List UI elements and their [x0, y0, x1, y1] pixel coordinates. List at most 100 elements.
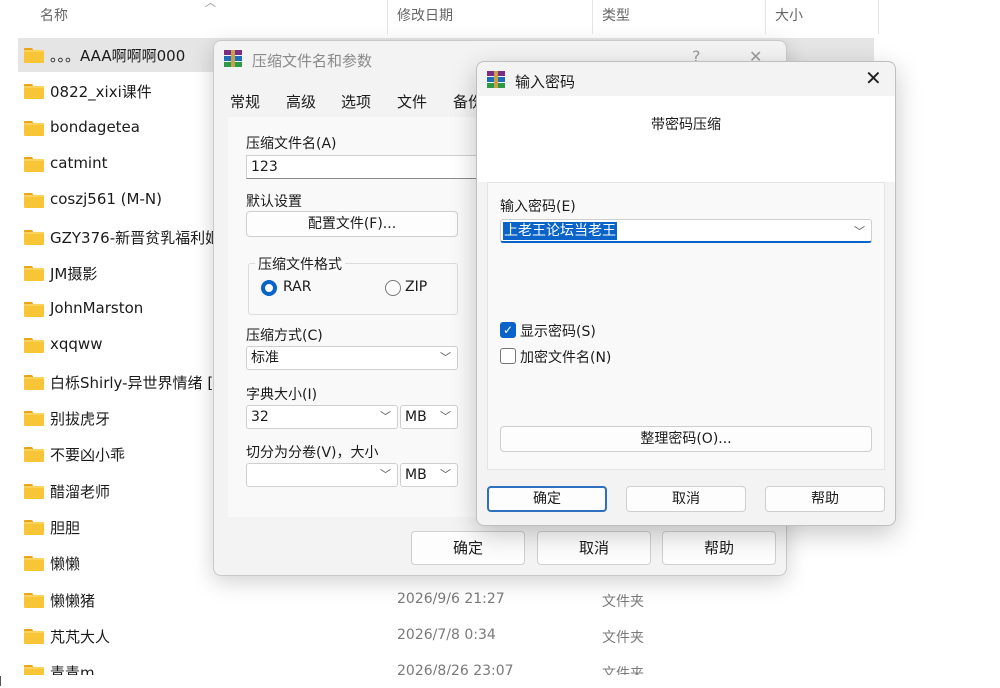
chevron-down-icon: ﹀	[440, 410, 451, 423]
column-header-size-label: 大小	[775, 8, 803, 24]
tab-files[interactable]: 文件	[397, 91, 427, 112]
file-name: catmint	[50, 153, 108, 172]
ok-button[interactable]: 确定	[487, 486, 607, 512]
file-name: 白栎Shirly-异世界情绪 [	[50, 373, 214, 392]
scroll-marker	[0, 676, 4, 686]
split-unit-select[interactable]: MB ﹀	[400, 463, 458, 487]
folder-icon	[24, 483, 44, 499]
folder-icon	[24, 374, 44, 390]
folder-icon	[24, 229, 44, 245]
show-password-checkbox[interactable]: ✓	[500, 322, 516, 338]
password-value: 上老王论坛当老王	[503, 222, 617, 240]
dialog-title: 输入密码	[515, 73, 576, 91]
cancel-button[interactable]: 取消	[537, 531, 651, 565]
file-name: coszj561 (M-N)	[50, 190, 162, 209]
file-name: 懒懒	[50, 555, 81, 574]
file-name: bondagetea	[50, 117, 140, 136]
compression-method-value: 标准	[251, 350, 279, 366]
dialog-header-area	[477, 96, 895, 182]
help-button[interactable]: 帮助	[765, 486, 885, 512]
column-header-name-label: 名称	[40, 8, 68, 24]
close-icon[interactable]: ✕	[865, 66, 882, 90]
winrar-icon	[224, 50, 242, 67]
chevron-down-icon[interactable]: ﹀	[854, 223, 865, 239]
default-settings-label: 默认设置	[246, 194, 302, 210]
show-password-label[interactable]: 显示密码(S)	[520, 321, 596, 341]
folder-icon	[24, 338, 44, 354]
zip-radio-label[interactable]: ZIP	[405, 279, 427, 295]
column-header-name[interactable]: 名称	[32, 0, 388, 34]
folder-icon	[24, 411, 44, 426]
organize-passwords-button[interactable]: 整理密码(O)...	[500, 426, 872, 452]
file-name: JohnMarston	[50, 299, 144, 318]
tab-options[interactable]: 选项	[341, 91, 371, 112]
file-name: 懒懒猪	[50, 591, 96, 610]
ok-button[interactable]: 确定	[411, 531, 525, 565]
folder-icon	[24, 628, 44, 644]
profiles-button[interactable]: 配置文件(F)...	[246, 211, 458, 237]
encrypt-filenames-checkbox[interactable]	[500, 348, 516, 364]
chevron-down-icon: ﹀	[380, 468, 391, 481]
file-type: 文件夹	[602, 629, 644, 646]
help-button[interactable]: 帮助	[662, 531, 776, 565]
chevron-down-icon: ﹀	[440, 468, 451, 481]
file-name: GZY376-新晋贫乳福利姬	[50, 228, 221, 247]
column-header-size[interactable]: 大小	[767, 0, 879, 34]
folder-icon	[24, 592, 44, 608]
file-name: 。。。AAA啊啊啊000	[50, 47, 186, 65]
file-type: 文件夹	[602, 593, 644, 610]
split-size-input[interactable]: ﹀	[246, 463, 398, 487]
dictionary-unit-value: MB	[405, 409, 427, 425]
dictionary-size-value: 32	[251, 409, 269, 425]
file-name: 胆胆	[50, 518, 81, 537]
archive-format-group: 压缩文件格式 RAR ZIP	[248, 254, 458, 315]
folder-icon	[24, 302, 44, 318]
folder-icon	[24, 84, 44, 100]
file-name: 0822_xixi课件	[50, 83, 152, 102]
cancel-button[interactable]: 取消	[626, 486, 746, 512]
enter-password-dialog: 输入密码 ✕ 带密码压缩 输入密码(E) 上老王论坛当老王 ﹀ ✓ 显示密码(S…	[476, 61, 896, 526]
column-header-modified-label: 修改日期	[397, 8, 453, 24]
column-header-type[interactable]: 类型	[594, 0, 766, 34]
zip-radio[interactable]	[385, 280, 401, 296]
file-name: 芃芃大人	[50, 627, 111, 646]
file-name: 醋溜老师	[50, 482, 111, 501]
tab-general[interactable]: 常规	[230, 91, 260, 112]
dictionary-unit-select[interactable]: MB ﹀	[400, 405, 458, 429]
folder-icon	[24, 156, 44, 172]
folder-icon	[24, 120, 44, 136]
column-header-type-label: 类型	[602, 8, 630, 24]
folder-icon	[24, 265, 44, 281]
rar-radio-label[interactable]: RAR	[283, 279, 311, 295]
file-name: 别拔虎牙	[50, 410, 111, 428]
archive-name-input[interactable]: 123	[246, 155, 506, 179]
chevron-down-icon: ﹀	[380, 410, 391, 423]
folder-icon	[24, 193, 44, 209]
dictionary-size-select[interactable]: 32 ﹀	[246, 405, 398, 429]
compression-method-label: 压缩方式(C)	[246, 328, 323, 344]
password-label: 输入密码(E)	[500, 199, 576, 215]
archive-format-label: 压缩文件格式	[255, 254, 345, 274]
rar-radio[interactable]	[261, 280, 277, 296]
file-row[interactable]: 懒懒猪 2026/9/6 21:27 文件夹	[18, 583, 874, 617]
file-name: xqqww	[50, 335, 103, 354]
folder-icon	[24, 48, 44, 63]
compression-method-select[interactable]: 标准 ﹀	[246, 346, 458, 370]
folder-icon	[24, 447, 44, 463]
dictionary-size-label: 字典大小(I)	[246, 387, 318, 403]
file-modified-date: 2026/9/6 21:27	[397, 590, 505, 607]
column-header-modified[interactable]: 修改日期	[389, 0, 593, 34]
folder-icon	[24, 556, 44, 572]
file-modified-date: 2026/7/8 0:34	[397, 626, 496, 643]
split-volumes-label: 切分为分卷(V)，大小	[246, 445, 379, 461]
file-row[interactable]: 芃芃大人 2026/7/8 0:34 文件夹	[18, 619, 874, 653]
dialog-title: 压缩文件名和参数	[252, 52, 373, 70]
encrypt-filenames-label[interactable]: 加密文件名(N)	[520, 347, 611, 367]
viewport-bottom-edge	[0, 675, 1000, 688]
file-name: JM摄影	[50, 264, 98, 283]
split-unit-value: MB	[405, 467, 427, 483]
dialog-header-text: 带密码压缩	[651, 117, 721, 133]
tab-advanced[interactable]: 高级	[286, 91, 316, 112]
password-input[interactable]: 上老王论坛当老王 ﹀	[500, 219, 872, 243]
winrar-icon	[487, 71, 505, 88]
